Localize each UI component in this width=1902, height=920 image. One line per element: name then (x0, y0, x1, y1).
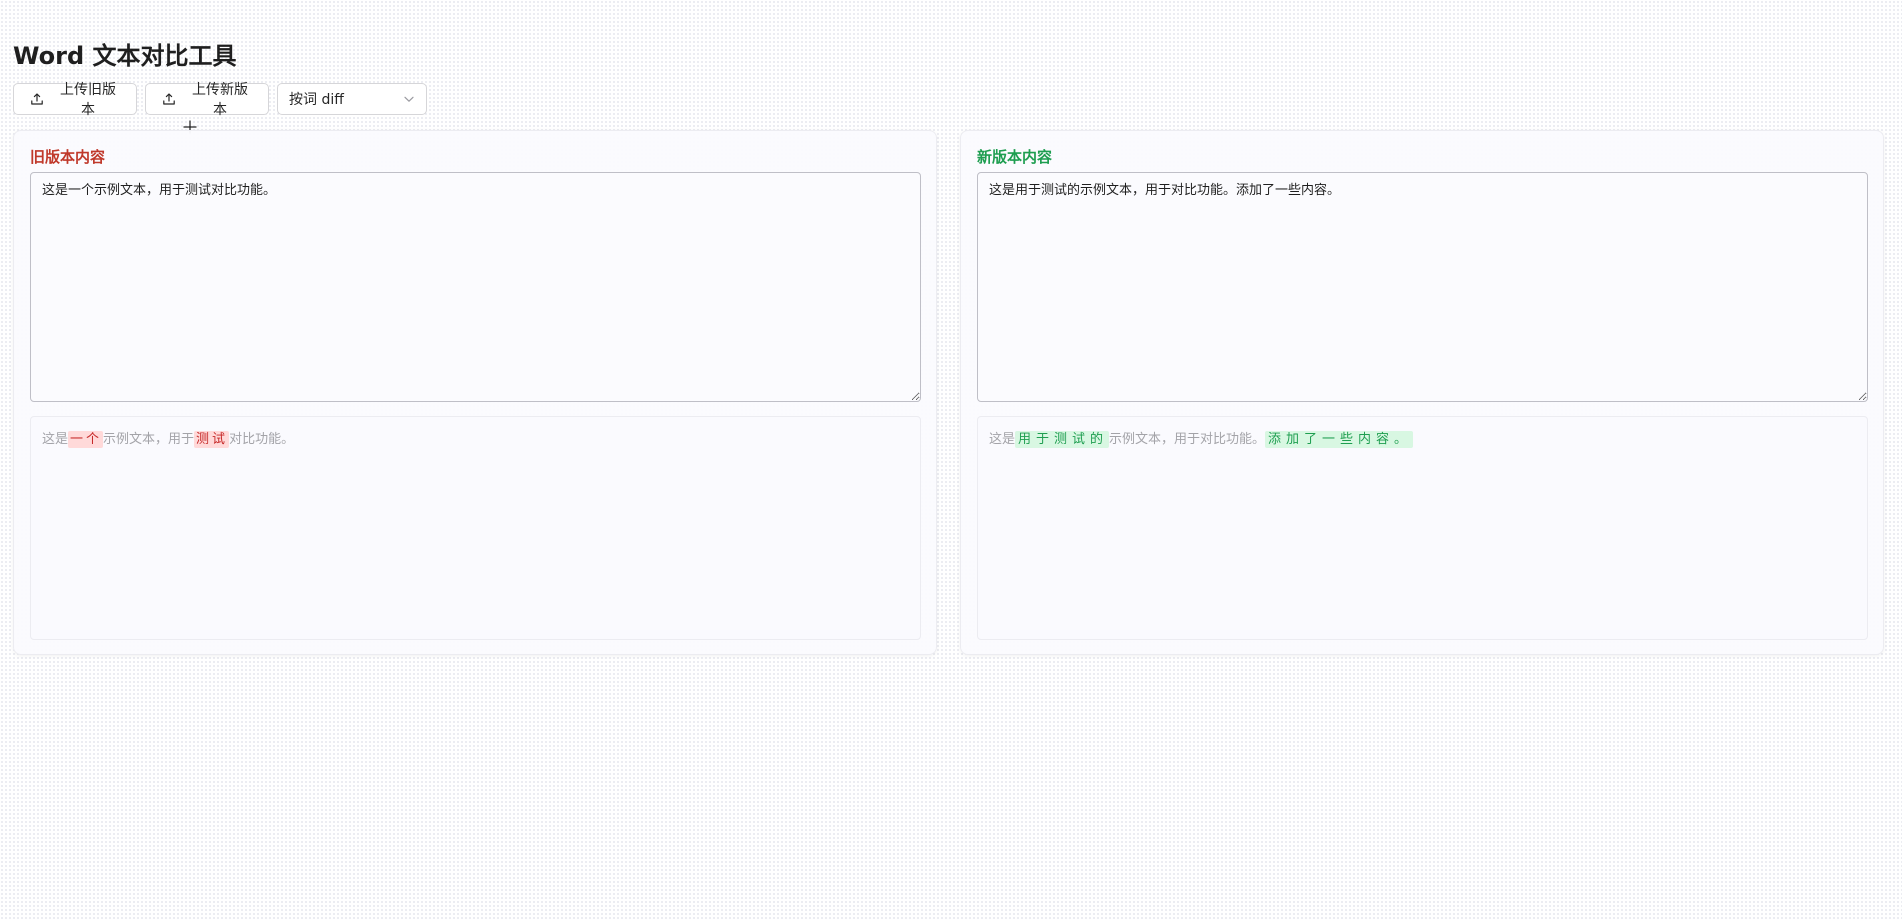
upload-new-version-button[interactable]: 上传新版本 (145, 82, 269, 118)
diff-removed-text: 一个 (68, 431, 104, 448)
chevron-down-icon (403, 93, 415, 105)
diff-unchanged-text: 示例文本，用于 (103, 432, 195, 447)
diff-added-text: 用于测试的 (1015, 431, 1110, 448)
old-version-label: 旧版本内容 (30, 148, 106, 166)
new-version-panel: 新版本内容 这是用于测试的示例文本，用于对比功能。添加了一些内容。 这是 用于测试… (960, 130, 1884, 655)
new-version-textarea[interactable]: 这是用于测试的示例文本，用于对比功能。添加了一些内容。 (977, 172, 1868, 402)
old-version-diff-view: 这是 一个示例文本，用于 测试对比功能。 (30, 416, 921, 640)
diff-removed-text: 测试 (194, 431, 230, 448)
upload-new-version-label: 上传新版本 (192, 82, 248, 118)
new-version-diff-view: 这是 用于测试的示例文本，用于对比功能。 添加了一些内容。 (977, 416, 1868, 640)
upload-icon (30, 92, 44, 106)
diff-unchanged-text: 示例文本，用于对比功能。 (1109, 432, 1266, 447)
page-title: Word 文本对比工具 (13, 42, 237, 70)
upload-old-version-label: 上传旧版本 (60, 82, 116, 118)
diff-unchanged-text: 对比功能。 (229, 432, 295, 447)
diff-unchanged-text: 这是 (989, 432, 1016, 447)
new-version-label: 新版本内容 (977, 148, 1053, 166)
diff-mode-select[interactable]: 按词 diff (277, 83, 427, 115)
upload-icon (162, 92, 176, 106)
diff-added-text: 添加了一些内容。 (1265, 431, 1414, 448)
diff-unchanged-text: 这是 (42, 432, 69, 447)
old-version-textarea[interactable]: 这是一个示例文本，用于测试对比功能。 (30, 172, 921, 402)
old-version-panel: 旧版本内容 这是一个示例文本，用于测试对比功能。 这是 一个示例文本，用于 测试对比… (13, 130, 937, 655)
upload-old-version-button[interactable]: 上传旧版本 (13, 82, 137, 118)
diff-mode-value: 按词 diff (289, 92, 344, 108)
